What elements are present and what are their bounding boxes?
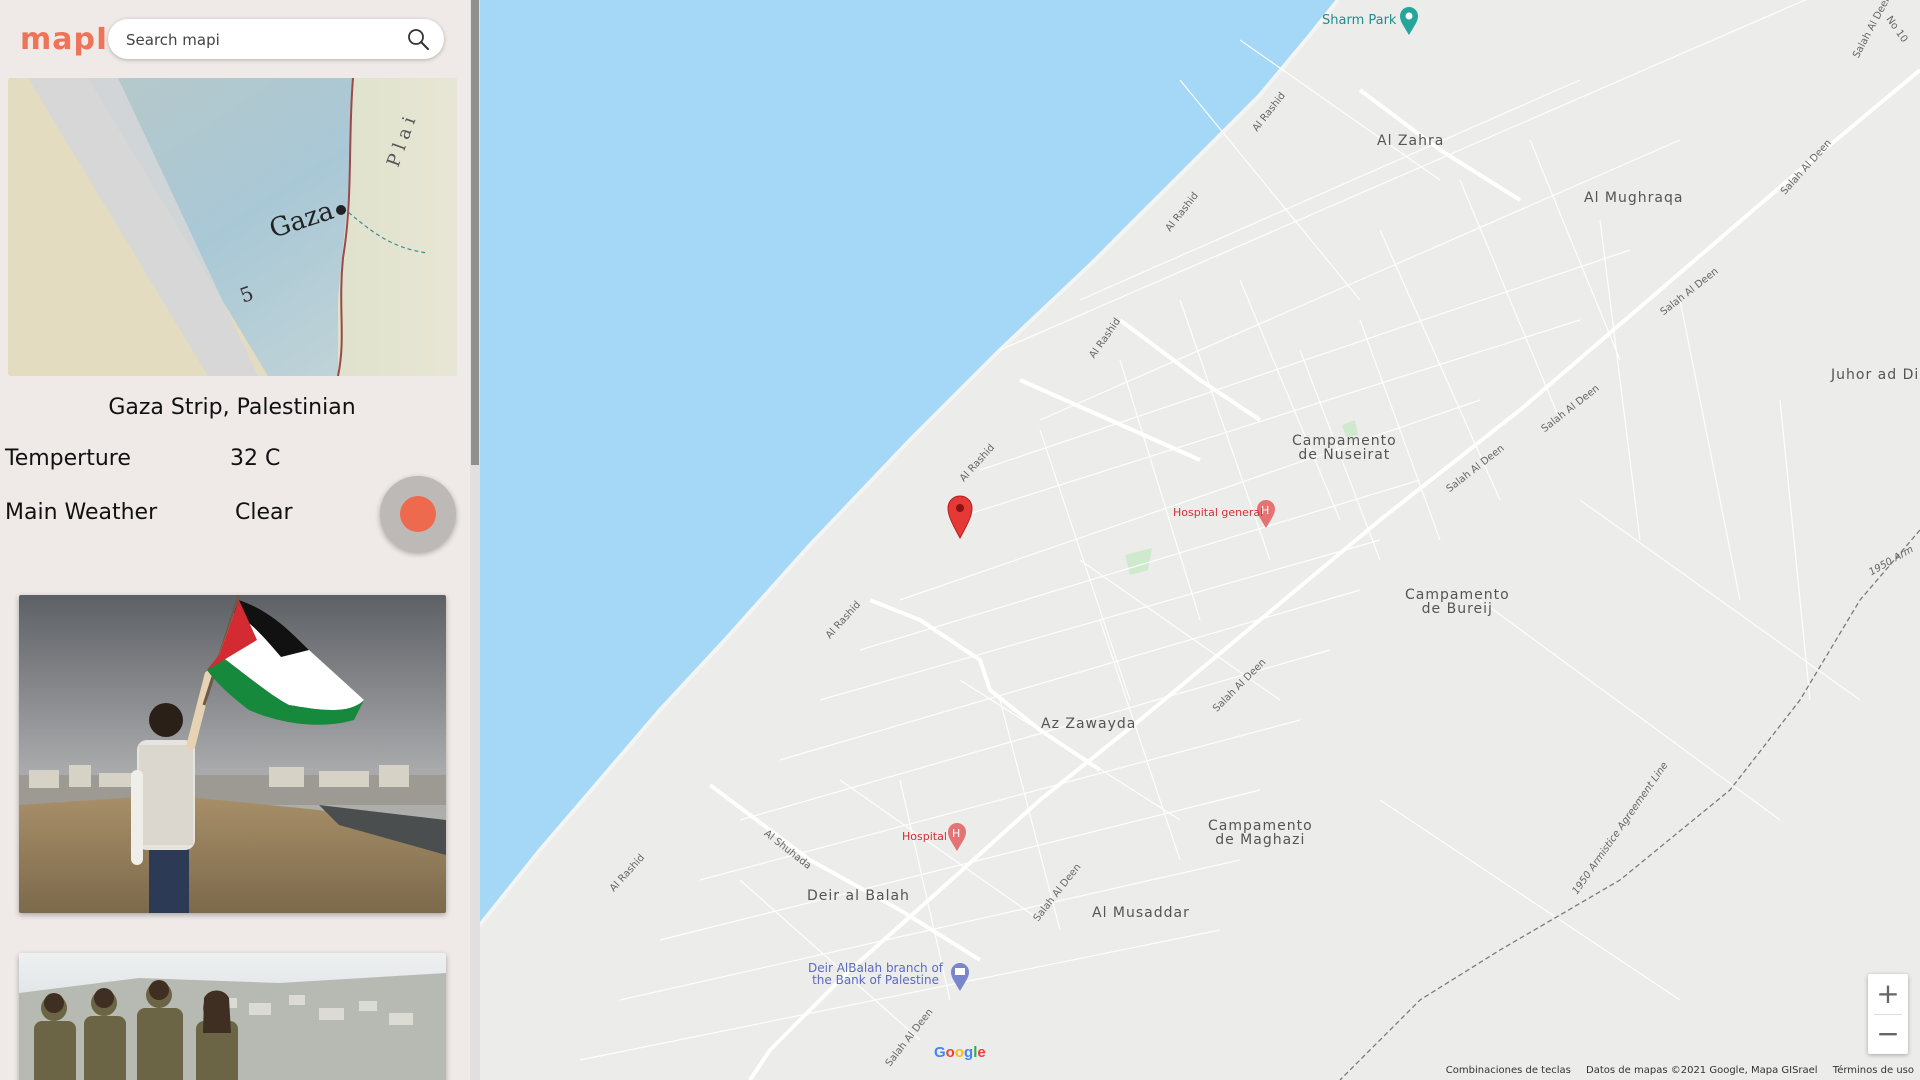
temperature-value: 32 C	[230, 446, 281, 471]
temperature-label: Temperture	[5, 446, 131, 471]
map-label-nuseirat: Campamento de Nuseirat	[1292, 433, 1397, 463]
terms-link[interactable]: Términos de uso	[1833, 1065, 1914, 1076]
map-data-text: Datos de mapas ©2021 Google, Mapa GISrae…	[1586, 1065, 1818, 1076]
zoom-in-button[interactable]: +	[1868, 974, 1908, 1014]
search-icon[interactable]	[406, 27, 430, 51]
zoom-controls: + −	[1868, 974, 1908, 1054]
search-input[interactable]	[124, 19, 398, 61]
map-label-sharm-park[interactable]: Sharm Park	[1322, 14, 1396, 28]
map-label-bank[interactable]: Deir AlBalah branch of the Bank of Pales…	[808, 962, 943, 986]
map-label-hospital-general[interactable]: Hospital general	[1173, 507, 1263, 519]
sidebar-scrollbar-thumb[interactable]	[471, 0, 479, 465]
map-attribution: Combinaciones de teclas Datos de mapas ©…	[1434, 1065, 1914, 1076]
park-pin-icon[interactable]	[1400, 7, 1418, 35]
map-label-al-musaddar: Al Musaddar	[1092, 905, 1190, 921]
map-label-al-mughraqa: Al Mughraqa	[1584, 190, 1684, 206]
bank-pin-icon[interactable]	[951, 963, 969, 991]
photo-card-flag[interactable]	[19, 595, 446, 913]
photo-card-soldiers[interactable]	[19, 953, 446, 1080]
svg-text:H: H	[952, 827, 960, 840]
map-label-hospital[interactable]: Hospital	[902, 831, 947, 843]
app-logo[interactable]: mapI	[20, 22, 108, 57]
map-label-deir-al-balah: Deir al Balah	[807, 888, 910, 904]
hospital-pin-icon[interactable]: H	[948, 823, 966, 851]
map-label-juhor: Juhor ad Di	[1831, 367, 1920, 383]
weather-value: Clear	[235, 500, 293, 525]
zoom-out-button[interactable]: −	[1868, 1014, 1908, 1054]
weather-label: Main Weather	[5, 500, 158, 525]
keyboard-shortcuts-link[interactable]: Combinaciones de teclas	[1446, 1065, 1571, 1076]
map-view[interactable]: H H Sharm Park Al Zahra Al Mughraqa Juho…	[480, 0, 1920, 1080]
map-label-maghazi: Campamento de Maghazi	[1208, 818, 1313, 848]
map-label-bureij: Campamento de Bureij	[1405, 587, 1510, 617]
location-marker-icon[interactable]	[947, 495, 973, 540]
weather-status-button[interactable]	[380, 476, 456, 552]
map-label-az-zawayda: Az Zawayda	[1041, 716, 1137, 732]
google-logo[interactable]: Google	[934, 1044, 986, 1061]
place-photo-map: Gaza 5 P l a i	[8, 78, 457, 376]
weather-status-dot	[400, 496, 436, 532]
map-label-al-zahra: Al Zahra	[1377, 133, 1445, 149]
place-title: Gaza Strip, Palestinian	[108, 395, 356, 420]
search-box	[108, 19, 444, 61]
sidebar: mapI Search mapi Gaza 5 P l a i Gaza Str…	[0, 0, 470, 1080]
zoom-divider	[1874, 1014, 1902, 1015]
